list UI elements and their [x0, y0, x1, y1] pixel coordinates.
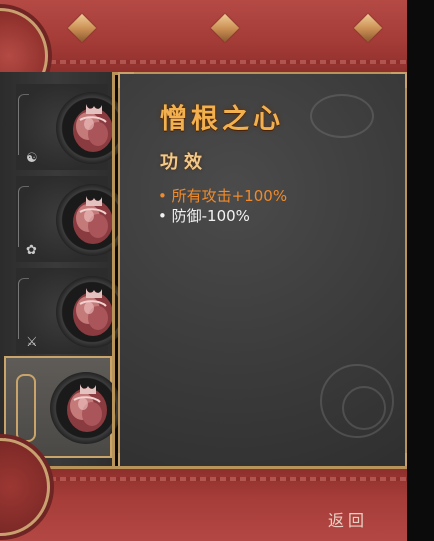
return-button[interactable]: 返回: [328, 507, 368, 531]
slot-symbol-icon: ✿: [26, 243, 37, 258]
inventory-slot[interactable]: ⚔: [16, 268, 128, 354]
inventory-slot[interactable]: ✿: [16, 176, 128, 262]
slot-frame: [18, 278, 29, 339]
slot-frame: [18, 94, 29, 155]
panel-corner: [118, 72, 134, 88]
cloud-pattern: [342, 386, 386, 430]
panel-corner: [391, 72, 407, 88]
screen-edge: [407, 0, 434, 541]
cloud-pattern: [310, 94, 374, 138]
item-title: 憎根之心: [160, 104, 284, 135]
effect-line: • 防御-100%: [158, 207, 250, 225]
slot-frame: [16, 374, 36, 442]
inventory-slot[interactable]: ☯: [16, 84, 128, 170]
slot-frame: [18, 186, 29, 247]
effect-line: • 所有攻击+100%: [158, 187, 288, 205]
slot-symbol-icon: ⚔: [26, 335, 38, 350]
top-banner: [0, 0, 407, 72]
effects-heading: 功效: [160, 152, 208, 173]
inventory-list: ☯ ✿ ⚔: [0, 72, 128, 469]
game-screen: ☯ ✿ ⚔ 憎根之心 功效 • 所有攻击+100% • 防御-100% 返回: [0, 0, 407, 541]
column-divider: [112, 72, 115, 469]
slot-symbol-icon: ☯: [26, 151, 38, 166]
